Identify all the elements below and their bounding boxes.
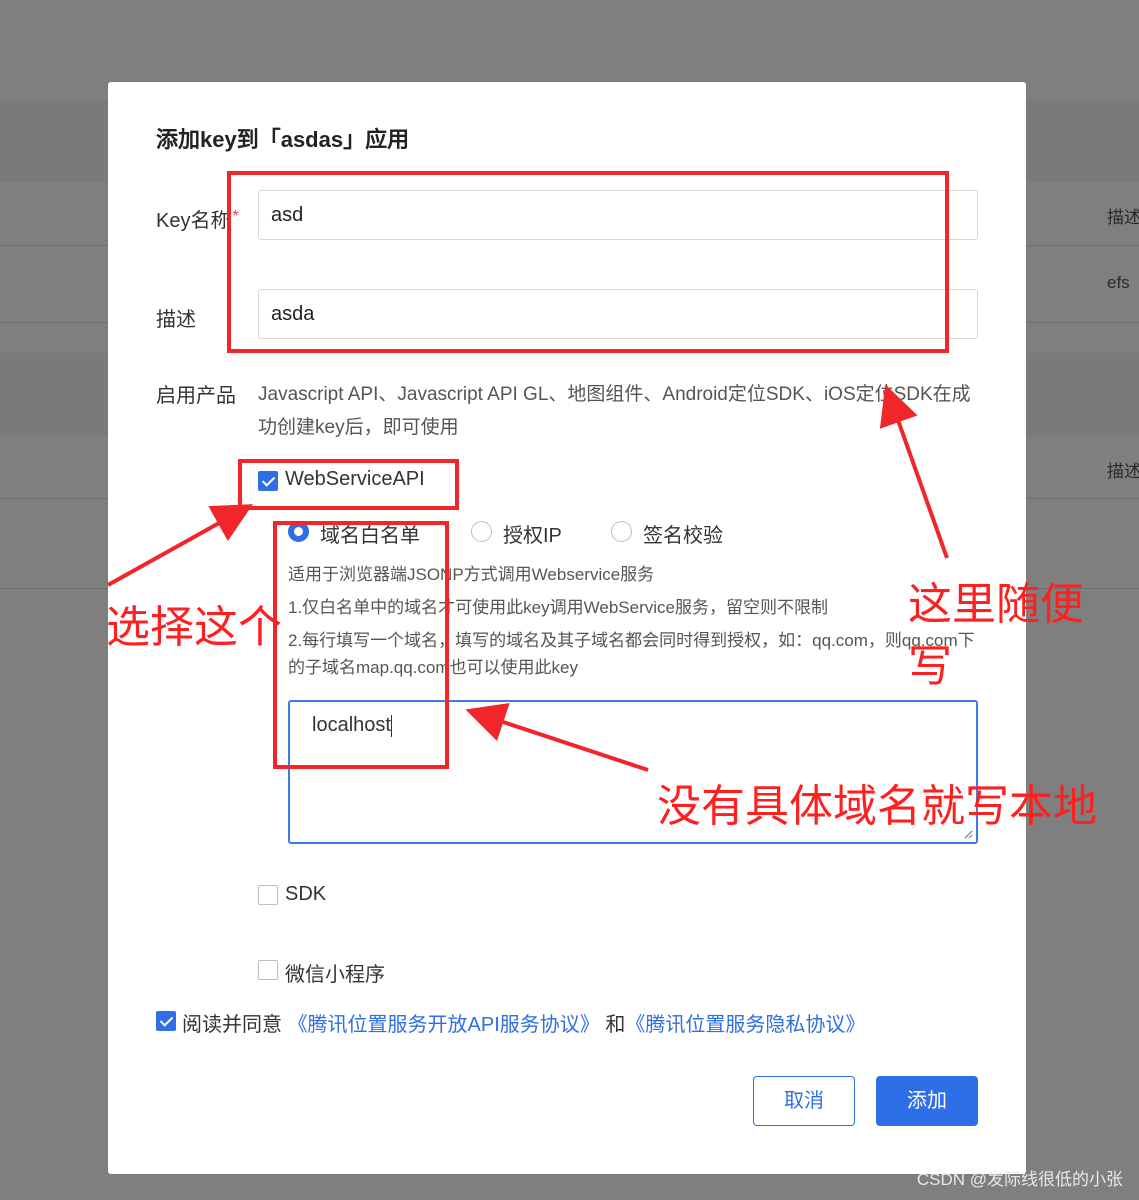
watermark: CSDN @发际线很低的小张	[916, 1170, 1123, 1189]
annotation-select-this: 选择这个	[106, 602, 282, 653]
annotation-localhost-note: 没有具体域名就写本地	[657, 781, 1097, 832]
annotation-anything-here: 这里随便写	[908, 579, 1084, 692]
